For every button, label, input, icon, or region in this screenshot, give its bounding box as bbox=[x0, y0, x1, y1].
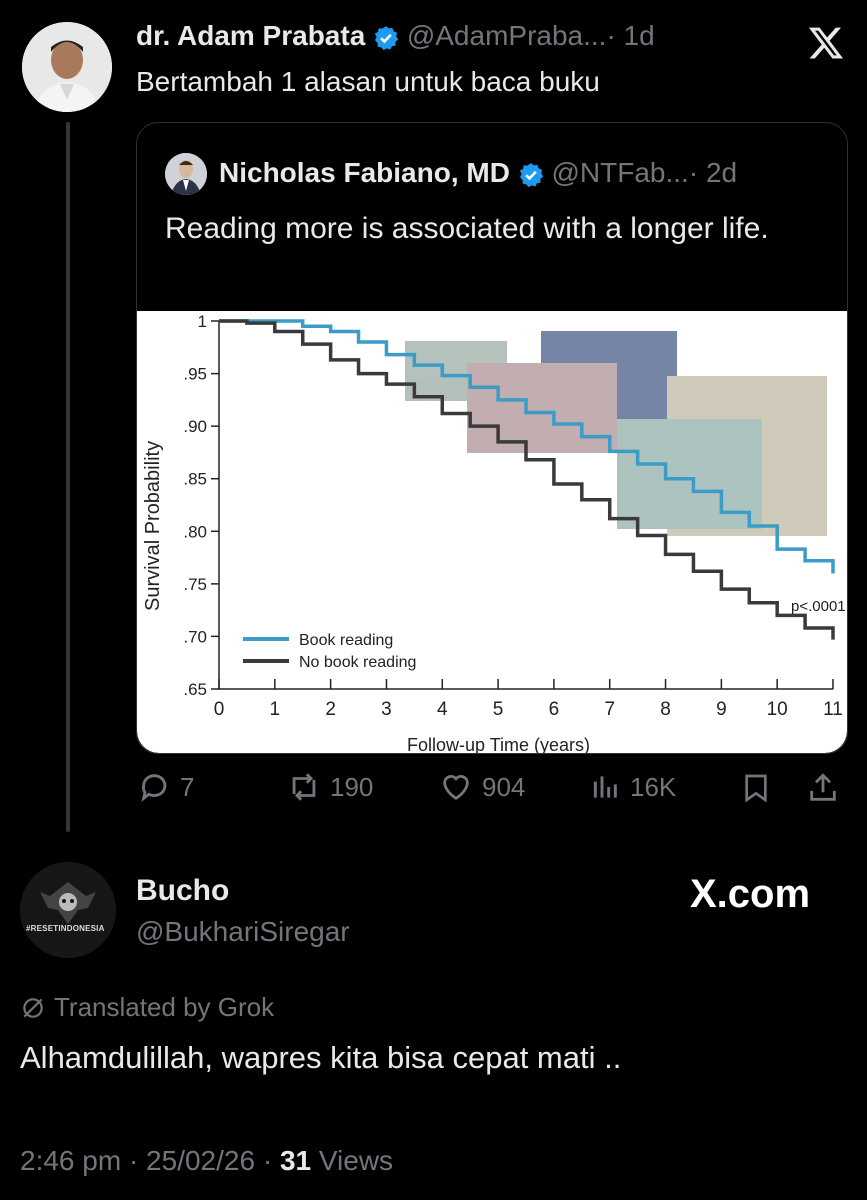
y-tick-label: .70 bbox=[183, 627, 207, 646]
views-count: 16K bbox=[630, 771, 677, 802]
x-tick-label: 10 bbox=[767, 699, 788, 720]
quoted-avatar-image bbox=[165, 153, 207, 195]
translated-label: Translated by Grok bbox=[54, 992, 275, 1022]
quoted-post-time: · 2d bbox=[688, 157, 738, 188]
legend-label-book-reading: Book reading bbox=[299, 632, 393, 649]
reply-button[interactable]: 7 bbox=[138, 770, 194, 804]
quoted-post-text: Reading more is associated with a longer… bbox=[165, 212, 769, 245]
reply-author-avatar[interactable]: #RESETINDONESIA bbox=[20, 862, 116, 958]
reply-timestamp[interactable]: 2:46 pm · 25/02/26 · bbox=[20, 1145, 272, 1176]
reply-author-name[interactable]: Bucho bbox=[136, 874, 229, 908]
share-button[interactable] bbox=[806, 770, 840, 806]
thread-connector-line bbox=[66, 122, 70, 832]
x-tick-label: 6 bbox=[549, 699, 560, 720]
quoted-post-header: Nicholas Fabiano, MD @NTFab...· 2d bbox=[219, 157, 737, 189]
views-chart-icon bbox=[593, 776, 617, 798]
y-axis-label: Survival Probability bbox=[142, 441, 164, 611]
x-tick-label: 5 bbox=[493, 699, 504, 720]
author-handle[interactable]: @AdamPraba... bbox=[407, 20, 607, 51]
verified-badge-icon bbox=[374, 25, 399, 50]
x-tick-label: 3 bbox=[381, 699, 392, 720]
translated-by-grok[interactable]: Translated by Grok bbox=[20, 992, 274, 1023]
reply-count: 7 bbox=[180, 771, 195, 802]
y-tick-label: .95 bbox=[183, 365, 207, 384]
grok-icon bbox=[23, 997, 43, 1018]
legend-label-no-book-reading: No book reading bbox=[299, 654, 416, 671]
x-axis-label: Follow-up Time (years) bbox=[407, 735, 590, 753]
author-avatar-image bbox=[22, 22, 112, 112]
close-icon[interactable] bbox=[806, 24, 846, 67]
survival-chart[interactable]: 1 .95 .90 .85 .80 .75 .70 .65 0 1 2 3 4 5 6 7 8 9 10 11 Boo… bbox=[137, 311, 847, 753]
reply-views-count: 31 bbox=[279, 1145, 312, 1176]
like-button[interactable]: 904 bbox=[438, 770, 525, 804]
bookmark-button[interactable] bbox=[740, 770, 772, 806]
x-tick-label: 7 bbox=[604, 699, 615, 720]
reply-author-name-text: Bucho bbox=[136, 874, 230, 907]
repost-icon bbox=[292, 773, 316, 801]
heart-icon bbox=[443, 775, 469, 801]
views-button[interactable]: 16K bbox=[590, 770, 676, 804]
author-avatar[interactable] bbox=[22, 22, 112, 112]
quoted-post-card[interactable]: Nicholas Fabiano, MD @NTFab...· 2d Readi… bbox=[136, 122, 848, 754]
x-tick-label: 2 bbox=[325, 699, 336, 720]
x-tick-label: 0 bbox=[214, 699, 225, 720]
x-tick-label: 8 bbox=[660, 699, 671, 720]
quoted-author-handle: @NTFab... bbox=[551, 157, 689, 188]
bookmark-icon bbox=[745, 774, 767, 803]
y-tick-label: .85 bbox=[183, 470, 207, 489]
x-tick-label: 11 bbox=[823, 699, 843, 720]
post-header: dr. Adam Prabata @AdamPraba...· 1d bbox=[136, 20, 655, 52]
x-com-watermark: X.com bbox=[690, 872, 811, 916]
x-tick-label: 9 bbox=[716, 699, 727, 720]
quoted-author-avatar bbox=[165, 153, 207, 195]
y-tick-label: .90 bbox=[183, 417, 207, 436]
p-value-annotation: p<.0001 bbox=[791, 598, 846, 615]
books-illustration bbox=[405, 331, 827, 536]
repost-button[interactable]: 190 bbox=[286, 770, 373, 804]
chart-legend: Book reading No book reading bbox=[243, 632, 416, 671]
reply-views-label: Views bbox=[318, 1145, 394, 1176]
x-tick-label: 4 bbox=[437, 699, 448, 720]
y-tick-label: .65 bbox=[183, 680, 207, 699]
y-tick-label: .75 bbox=[183, 575, 207, 594]
post-text: Bertambah 1 alasan untuk baca buku bbox=[136, 66, 600, 97]
reply-avatar-image bbox=[20, 862, 116, 958]
survival-chart-svg: 1 .95 .90 .85 .80 .75 .70 .65 0 1 2 3 4 5 6 7 8 9 10 11 Boo… bbox=[142, 312, 846, 753]
y-tick-label: 1 bbox=[198, 312, 207, 331]
y-tick-label: .80 bbox=[183, 522, 207, 541]
reply-icon bbox=[141, 774, 167, 802]
repost-count: 190 bbox=[330, 771, 374, 802]
x-tick-label: 1 bbox=[270, 699, 281, 720]
author-name[interactable]: dr. Adam Prabata bbox=[136, 20, 365, 51]
reply-author-handle[interactable]: @BukhariSiregar bbox=[136, 916, 350, 948]
like-count: 904 bbox=[482, 771, 526, 802]
post-time: · 1d bbox=[606, 20, 655, 51]
avatar-hashtag: #RESETINDONESIA bbox=[26, 924, 105, 933]
quoted-author-name: Nicholas Fabiano, MD bbox=[219, 157, 510, 188]
share-icon bbox=[810, 773, 836, 801]
post-meta: 2:46 pm · 25/02/26 · 31 Views bbox=[20, 1145, 393, 1177]
quoted-verified-badge-icon bbox=[519, 162, 543, 187]
reply-text: Alhamdulillah, wapres kita bisa cepat ma… bbox=[20, 1040, 622, 1075]
